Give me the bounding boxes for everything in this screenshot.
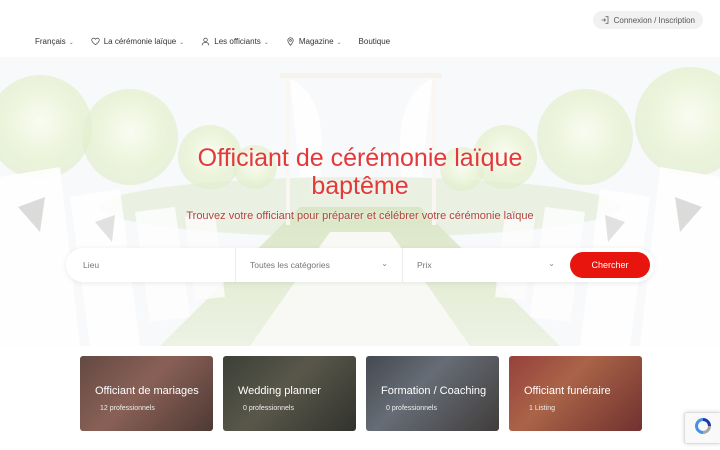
login-button[interactable]: Connexion / Inscription bbox=[592, 11, 703, 29]
category-card-formation-coaching[interactable]: Formation / Coaching 0 professionnels bbox=[366, 356, 499, 431]
category-select-value: Toutes les catégories bbox=[250, 260, 330, 270]
search-button[interactable]: Chercher bbox=[570, 252, 650, 278]
category-cards: Officiant de mariages 12 professionnels … bbox=[80, 356, 642, 431]
price-select-value: Prix bbox=[417, 260, 432, 270]
heart-icon bbox=[91, 37, 100, 46]
price-select[interactable]: Prix ⌄ bbox=[403, 248, 569, 282]
nav-magazine[interactable]: Magazine ⌄ bbox=[286, 37, 342, 46]
nav-shop[interactable]: Boutique bbox=[359, 37, 391, 46]
nav-officiants-label: Les officiants bbox=[214, 37, 261, 46]
location-field[interactable] bbox=[66, 248, 236, 282]
category-card-title: Officiant funéraire bbox=[524, 385, 611, 397]
chevron-down-icon: ⌄ bbox=[68, 40, 74, 46]
nav-magazine-label: Magazine bbox=[298, 37, 334, 46]
hero-banner: Officiant de cérémonie laïque baptême Tr… bbox=[0, 57, 720, 346]
chevron-down-icon: ⌄ bbox=[263, 40, 269, 46]
category-card-wedding-planner[interactable]: Wedding planner 0 professionnels bbox=[223, 356, 356, 431]
search-bar: Toutes les catégories ⌄ Prix ⌄ Chercher bbox=[66, 248, 654, 282]
chevron-down-icon: ⌄ bbox=[548, 259, 555, 268]
nav-shop-label: Boutique bbox=[358, 37, 391, 46]
category-card-count: 12 professionnels bbox=[100, 405, 155, 412]
category-card-count: 0 professionnels bbox=[243, 405, 294, 412]
category-card-title: Officiant de mariages bbox=[95, 385, 199, 397]
hero-title-line-2: baptême bbox=[311, 172, 409, 200]
nav-officiants[interactable]: Les officiants ⌄ bbox=[201, 37, 269, 46]
hero-title-line-1: Officiant de cérémonie laïque bbox=[197, 144, 523, 172]
chevron-down-icon: ⌄ bbox=[381, 259, 388, 268]
main-nav: Français ⌄ La cérémonie laïque ⌄ Les off… bbox=[35, 37, 407, 46]
category-card-officiant-mariages[interactable]: Officiant de mariages 12 professionnels bbox=[80, 356, 213, 431]
category-card-title: Wedding planner bbox=[238, 385, 321, 397]
recaptcha-badge[interactable] bbox=[684, 412, 720, 444]
recaptcha-icon bbox=[693, 416, 713, 441]
nav-language[interactable]: Français ⌄ bbox=[35, 37, 74, 46]
nav-ceremony[interactable]: La cérémonie laïque ⌄ bbox=[91, 37, 185, 46]
category-card-officiant-funeraire[interactable]: Officiant funéraire 1 Listing bbox=[509, 356, 642, 431]
login-label: Connexion / Inscription bbox=[613, 15, 695, 25]
hero-subtitle: Trouvez votre officiant pour préparer et… bbox=[186, 210, 534, 222]
category-card-count: 1 Listing bbox=[529, 405, 556, 412]
site-header: Connexion / Inscription Français ⌄ La cé… bbox=[0, 0, 720, 57]
category-card-count: 0 professionnels bbox=[386, 405, 437, 412]
location-input[interactable] bbox=[83, 260, 223, 270]
user-icon bbox=[201, 37, 210, 46]
hero-title: Officiant de cérémonie laïque baptême bbox=[0, 144, 720, 200]
hero-background-image bbox=[0, 57, 720, 346]
nav-ceremony-label: La cérémonie laïque bbox=[103, 37, 177, 46]
chevron-down-icon: ⌄ bbox=[336, 40, 342, 46]
chevron-down-icon: ⌄ bbox=[179, 40, 185, 46]
category-select[interactable]: Toutes les catégories ⌄ bbox=[236, 248, 403, 282]
map-pin-icon bbox=[286, 37, 295, 46]
login-icon bbox=[601, 16, 609, 24]
nav-language-label: Français bbox=[35, 37, 66, 46]
category-card-title: Formation / Coaching bbox=[381, 385, 487, 397]
